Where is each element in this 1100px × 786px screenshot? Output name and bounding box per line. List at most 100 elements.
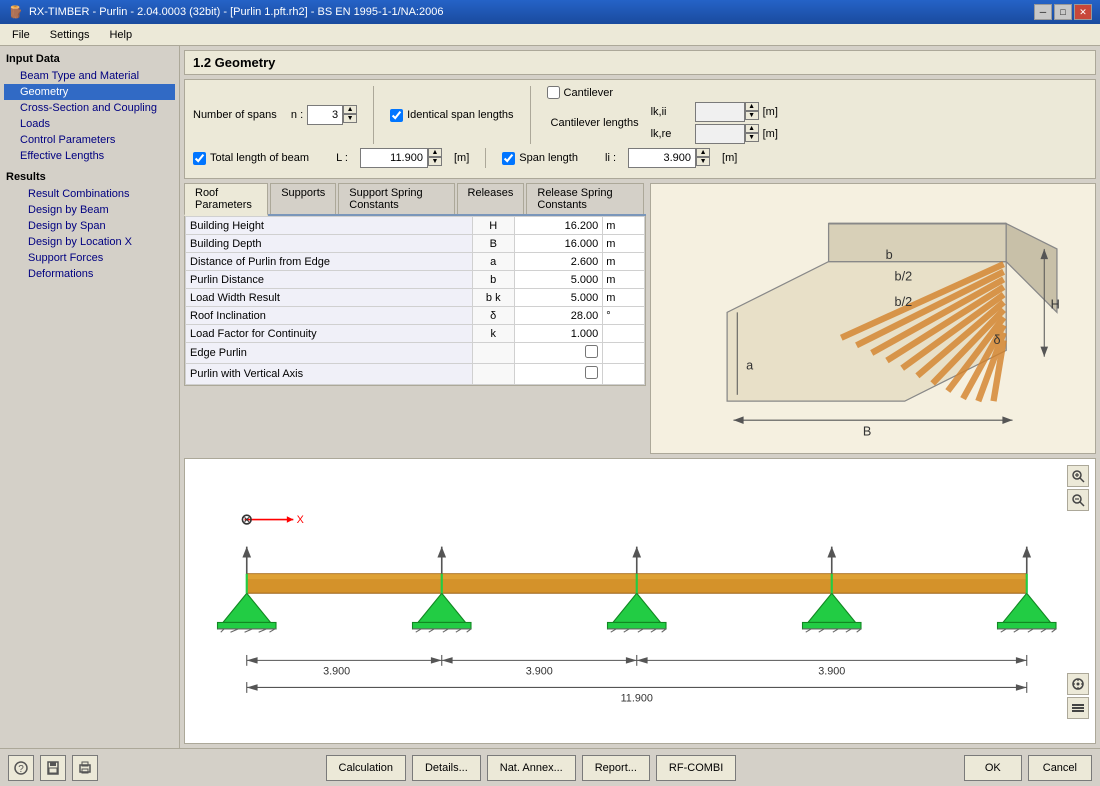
row-sym: b xyxy=(472,271,514,289)
row-value[interactable]: 5.000 xyxy=(514,289,603,307)
n-spinner[interactable]: ▲ ▼ xyxy=(343,105,357,125)
num-spans-label: Number of spans xyxy=(193,109,277,121)
li-input[interactable] xyxy=(628,148,696,168)
row-value[interactable] xyxy=(514,343,603,364)
row-unit: m xyxy=(603,289,645,307)
sidebar-item-geometry[interactable]: Geometry xyxy=(4,84,175,100)
minimize-button[interactable]: ─ xyxy=(1034,4,1052,20)
help-button[interactable]: ? xyxy=(8,755,34,781)
lk-ii-spinner[interactable]: ▲ ▼ xyxy=(745,102,759,122)
L-spin-down[interactable]: ▼ xyxy=(428,157,442,166)
lk-ii-input[interactable] xyxy=(695,102,745,122)
ok-button[interactable]: OK xyxy=(964,755,1022,781)
row-sym: k xyxy=(472,325,514,343)
L-unit: [m] xyxy=(454,152,469,164)
sidebar-item-design-by-span[interactable]: Design by Span xyxy=(4,218,175,234)
lk-re-input[interactable] xyxy=(695,124,745,144)
identical-spans-checkbox[interactable] xyxy=(390,109,403,122)
sidebar-item-result-combinations[interactable]: Result Combinations xyxy=(4,186,175,202)
L-input[interactable] xyxy=(360,148,428,168)
n-spin-up[interactable]: ▲ xyxy=(343,105,357,114)
svg-text:3.900: 3.900 xyxy=(526,666,553,678)
details-button[interactable]: Details... xyxy=(412,755,481,781)
row-value[interactable]: 28.00 xyxy=(514,307,603,325)
lk-ii-spin-up[interactable]: ▲ xyxy=(745,102,759,111)
calculation-button[interactable]: Calculation xyxy=(326,755,406,781)
title-bar: 🪵 RX-TIMBER - Purlin - 2.04.0003 (32bit)… xyxy=(0,0,1100,24)
table-row: Purlin with Vertical Axis xyxy=(186,364,645,385)
zoom-out-button[interactable] xyxy=(1067,489,1089,511)
cancel-button[interactable]: Cancel xyxy=(1028,755,1092,781)
span-length-label: Span length xyxy=(519,152,578,164)
sidebar-item-design-by-beam[interactable]: Design by Beam xyxy=(4,202,175,218)
svg-text:X: X xyxy=(297,514,304,526)
window-title: RX-TIMBER - Purlin - 2.04.0003 (32bit) -… xyxy=(29,6,444,18)
row-checkbox[interactable] xyxy=(585,345,598,358)
roof-diagram: a b b/2 b/2 H xyxy=(650,183,1096,454)
bottom-toolbar: ? Calculation Details... Nat. Annex... R… xyxy=(0,748,1100,786)
row-value[interactable]: 16.200 xyxy=(514,217,603,235)
menu-settings[interactable]: Settings xyxy=(42,27,98,43)
li-spinner[interactable]: ▲ ▼ xyxy=(696,148,710,168)
table-row: Distance of Purlin from Edge a 2.600 m xyxy=(186,253,645,271)
content-area: 1.2 Geometry Number of spans n : ▲ ▼ xyxy=(180,46,1100,748)
row-checkbox[interactable] xyxy=(585,366,598,379)
sidebar-item-beam-type[interactable]: Beam Type and Material xyxy=(4,68,175,84)
n-input[interactable] xyxy=(307,105,343,125)
lk-ii-spin-down[interactable]: ▼ xyxy=(745,111,759,120)
li-spin-up[interactable]: ▲ xyxy=(696,148,710,157)
L-spinner[interactable]: ▲ ▼ xyxy=(428,148,442,168)
row-value[interactable]: 1.000 xyxy=(514,325,603,343)
row-name: Distance of Purlin from Edge xyxy=(186,253,473,271)
row-sym: H xyxy=(472,217,514,235)
reset-view-button[interactable] xyxy=(1067,673,1089,695)
sidebar: Input Data Beam Type and Material Geomet… xyxy=(0,46,180,748)
row-name: Roof Inclination xyxy=(186,307,473,325)
row-value[interactable]: 5.000 xyxy=(514,271,603,289)
row-name: Purlin with Vertical Axis xyxy=(186,364,473,385)
total-length-checkbox[interactable] xyxy=(193,152,206,165)
row-value[interactable]: 2.600 xyxy=(514,253,603,271)
results-section: Results xyxy=(4,168,175,186)
sidebar-item-cross-section[interactable]: Cross-Section and Coupling xyxy=(4,100,175,116)
tab-release-spring[interactable]: Release Spring Constants xyxy=(526,183,644,214)
save-button[interactable] xyxy=(40,755,66,781)
total-length-label: Total length of beam xyxy=(210,152,309,164)
L-spin-up[interactable]: ▲ xyxy=(428,148,442,157)
sidebar-item-effective-lengths[interactable]: Effective Lengths xyxy=(4,148,175,164)
cantilever-checkbox[interactable] xyxy=(547,86,560,99)
print-button[interactable] xyxy=(72,755,98,781)
nat-annex-button[interactable]: Nat. Annex... xyxy=(487,755,576,781)
identical-spans-label: Identical span lengths xyxy=(407,109,513,121)
lk-re-spinner[interactable]: ▲ ▼ xyxy=(745,124,759,144)
menu-file[interactable]: File xyxy=(4,27,38,43)
table-row: Load Factor for Continuity k 1.000 xyxy=(186,325,645,343)
tab-releases[interactable]: Releases xyxy=(457,183,525,214)
sidebar-item-design-by-location[interactable]: Design by Location X xyxy=(4,234,175,250)
svg-text:3.900: 3.900 xyxy=(818,666,845,678)
report-button[interactable]: Report... xyxy=(582,755,650,781)
lk-re-spin-up[interactable]: ▲ xyxy=(745,124,759,133)
row-value[interactable] xyxy=(514,364,603,385)
rf-combi-button[interactable]: RF-COMBI xyxy=(656,755,736,781)
maximize-button[interactable]: □ xyxy=(1054,4,1072,20)
tab-roof-parameters[interactable]: Roof Parameters xyxy=(184,183,268,216)
tab-support-spring[interactable]: Support Spring Constants xyxy=(338,183,454,214)
zoom-in-button[interactable] xyxy=(1067,465,1089,487)
li-spin-down[interactable]: ▼ xyxy=(696,157,710,166)
lk-re-spin-down[interactable]: ▼ xyxy=(745,133,759,142)
row-sym: b k xyxy=(472,289,514,307)
sidebar-item-loads[interactable]: Loads xyxy=(4,116,175,132)
sidebar-item-support-forces[interactable]: Support Forces xyxy=(4,250,175,266)
svg-text:B: B xyxy=(863,424,871,438)
close-button[interactable]: ✕ xyxy=(1074,4,1092,20)
settings-view-button[interactable] xyxy=(1067,697,1089,719)
tab-supports[interactable]: Supports xyxy=(270,183,336,214)
row-value[interactable]: 16.000 xyxy=(514,235,603,253)
main-container: Input Data Beam Type and Material Geomet… xyxy=(0,46,1100,748)
sidebar-item-control[interactable]: Control Parameters xyxy=(4,132,175,148)
n-spin-down[interactable]: ▼ xyxy=(343,114,357,123)
menu-help[interactable]: Help xyxy=(101,27,140,43)
sidebar-item-deformations[interactable]: Deformations xyxy=(4,266,175,282)
span-length-checkbox[interactable] xyxy=(502,152,515,165)
